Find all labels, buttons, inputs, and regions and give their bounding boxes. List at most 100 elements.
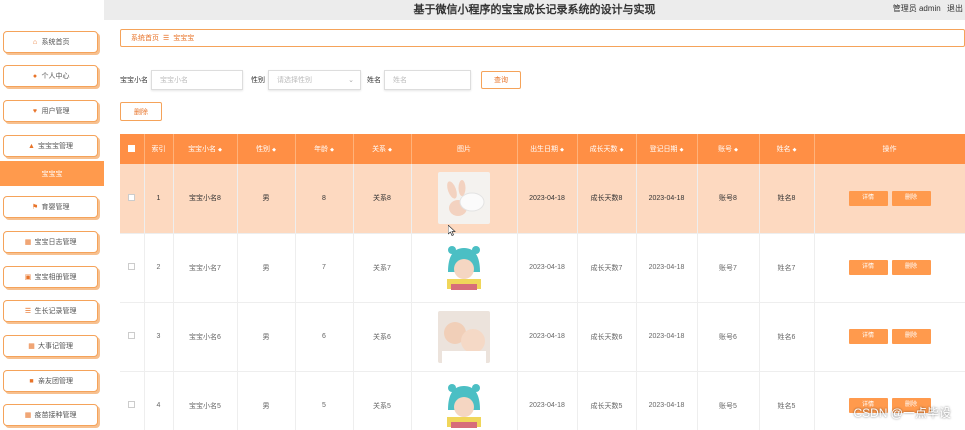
select-all-cell[interactable] <box>120 134 145 164</box>
watermark: CSDN @一点毕设 <box>853 406 951 420</box>
sidebar-item-label: 生长记录管理 <box>34 308 77 315</box>
baby-photo[interactable] <box>438 379 490 430</box>
col-parent[interactable]: 姓名 ◆ <box>759 134 815 164</box>
col-reg[interactable]: 登记日期 ◆ <box>636 134 698 164</box>
cell-parent: 姓名6 <box>759 302 815 372</box>
bulk-delete-button[interactable]: 删除 <box>120 102 162 121</box>
gender-placeholder: 请选择性别 <box>277 77 312 84</box>
submenu-item-baby[interactable]: 宝宝宝 <box>0 161 104 186</box>
cell-gender: 男 <box>237 164 296 234</box>
cell-actions: 详情 删除 <box>814 302 965 372</box>
col-birth[interactable]: 出生日期 ◆ <box>517 134 578 164</box>
baby-name-input[interactable]: 宝宝小名 <box>151 70 243 90</box>
sidebar-item-events[interactable]: ▦ 大事记管理 <box>3 335 98 357</box>
cell-gender: 男 <box>237 233 296 303</box>
table-row[interactable]: 2 宝宝小名7 男 7 关系7 2023-04-18 成长天数7 2023-04… <box>120 233 965 303</box>
col-name[interactable]: 宝宝小名 ◆ <box>173 134 238 164</box>
person-icon: ● <box>32 72 38 80</box>
col-age[interactable]: 年龄 ◆ <box>295 134 354 164</box>
sort-icon: ◆ <box>734 147 738 153</box>
parent-name-label: 姓名 <box>367 77 381 84</box>
cell-account: 账号5 <box>697 371 760 430</box>
sidebar-item-baby[interactable]: ▲ 宝宝宝管理 <box>3 135 98 157</box>
gender-select[interactable]: 请选择性别 ⌄ <box>268 70 361 90</box>
sidebar-item-users[interactable]: ♥ 用户管理 <box>3 100 98 122</box>
sort-icon: ◆ <box>679 147 684 153</box>
sidebar: ⌂ 系统首页 ● 个人中心 ♥ 用户管理 ▲ 宝宝宝管理 宝宝宝 ⚑ 育婴管理 … <box>0 0 104 430</box>
sidebar-item-label: 疫苗接种管理 <box>34 412 77 419</box>
gender-label: 性别 <box>251 77 265 84</box>
cell-parent: 姓名7 <box>759 233 815 303</box>
cell-birth: 2023-04-18 <box>517 371 578 430</box>
baby-photo[interactable] <box>438 172 490 225</box>
table-row[interactable]: 3 宝宝小名6 男 6 关系6 2023-04-18 成长天数6 2023-04… <box>120 302 965 372</box>
chevron-down-icon: ⌄ <box>348 77 354 84</box>
breadcrumb-current: 宝宝宝 <box>173 35 195 42</box>
col-days[interactable]: 成长天数 ◆ <box>577 134 637 164</box>
search-button[interactable]: 查询 <box>481 71 521 89</box>
row-checkbox[interactable] <box>128 332 136 339</box>
col-photo: 图片 <box>411 134 518 164</box>
baby-photo[interactable] <box>438 310 490 363</box>
cell-birth: 2023-04-18 <box>517 164 578 234</box>
cell-reg: 2023-04-18 <box>636 302 698 372</box>
sidebar-item-home[interactable]: ⌂ 系统首页 <box>3 31 98 53</box>
grid-icon: ▦ <box>24 238 32 246</box>
logout-link[interactable]: 退出 <box>947 4 963 13</box>
sidebar-item-vaccine[interactable]: ▦ 疫苗接种管理 <box>3 404 98 426</box>
col-gender-label: 性别 <box>256 146 271 153</box>
cell-relation: 关系5 <box>353 371 412 430</box>
search-form: 宝宝小名 宝宝小名 性别 请选择性别 ⌄ 姓名 姓名 查询 <box>120 69 521 91</box>
detail-button[interactable]: 详情 <box>848 329 888 344</box>
sidebar-item-label: 宝宝宝管理 <box>38 143 73 150</box>
col-relation[interactable]: 关系 ◆ <box>353 134 412 164</box>
cell-age: 5 <box>295 371 354 430</box>
breadcrumb-home[interactable]: 系统首页 <box>131 33 159 43</box>
col-parent-label: 姓名 <box>776 146 791 153</box>
sort-icon: ◆ <box>560 147 564 153</box>
sidebar-item-growth[interactable]: ☰ 生长记录管理 <box>3 300 98 322</box>
cell-actions: 详情 删除 <box>814 233 965 303</box>
sidebar-item-diary[interactable]: ▦ 宝宝日志管理 <box>3 231 98 253</box>
cell-account: 账号8 <box>697 164 760 234</box>
cell-account: 账号7 <box>697 233 760 303</box>
group-icon: ■ <box>29 377 34 385</box>
sort-icon: ◆ <box>792 147 797 153</box>
parent-name-input[interactable]: 姓名 <box>384 70 471 90</box>
table-row[interactable]: 1 宝宝小名8 男 8 关系8 2023-04-18 成长天数8 2023-04… <box>120 164 965 234</box>
detail-button[interactable]: 详情 <box>848 190 888 206</box>
row-checkbox[interactable] <box>128 263 136 270</box>
row-checkbox[interactable] <box>128 193 136 201</box>
page-title: 基于微信小程序的宝宝成长记录系统的设计与实现 <box>413 4 656 16</box>
col-age-label: 年龄 <box>314 146 329 153</box>
cell-relation: 关系8 <box>353 164 412 234</box>
row-checkbox[interactable] <box>128 401 136 408</box>
cell-photo <box>411 164 518 234</box>
cell-actions: 详情 删除 <box>814 164 965 234</box>
username: 管理员 admin <box>892 4 941 13</box>
sidebar-item-label: 系统首页 <box>41 39 70 46</box>
cell-index: 2 <box>144 233 174 303</box>
baby-photo[interactable] <box>438 241 490 294</box>
col-photo-label: 图片 <box>457 146 471 153</box>
delete-button[interactable]: 删除 <box>891 329 931 344</box>
col-name-label: 宝宝小名 <box>188 146 217 153</box>
table-row[interactable]: 4 宝宝小名5 男 5 关系5 2023-04-18 成长天数5 2023-04… <box>120 371 965 430</box>
col-gender[interactable]: 性别 ◆ <box>237 134 296 164</box>
col-birth-label: 出生日期 <box>530 146 559 153</box>
sort-icon: ◆ <box>272 147 276 153</box>
sidebar-item-family[interactable]: ■ 亲友团管理 <box>3 370 98 392</box>
sidebar-item-album[interactable]: ▣ 宝宝相册管理 <box>3 266 98 288</box>
cell-index: 3 <box>144 302 174 372</box>
sidebar-item-label: 育婴管理 <box>41 204 70 211</box>
delete-button[interactable]: 删除 <box>891 260 931 275</box>
sort-icon: ◆ <box>330 147 334 153</box>
delete-button[interactable]: 删除 <box>891 190 931 206</box>
detail-button[interactable]: 详情 <box>848 260 888 275</box>
sidebar-item-label: 大事记管理 <box>38 343 73 350</box>
sidebar-item-profile[interactable]: ● 个人中心 <box>3 65 98 87</box>
col-account[interactable]: 账号 ◆ <box>697 134 760 164</box>
sidebar-item-parenting[interactable]: ⚑ 育婴管理 <box>3 196 98 218</box>
cell-parent: 姓名8 <box>759 164 815 234</box>
select-all-checkbox[interactable] <box>128 144 136 152</box>
